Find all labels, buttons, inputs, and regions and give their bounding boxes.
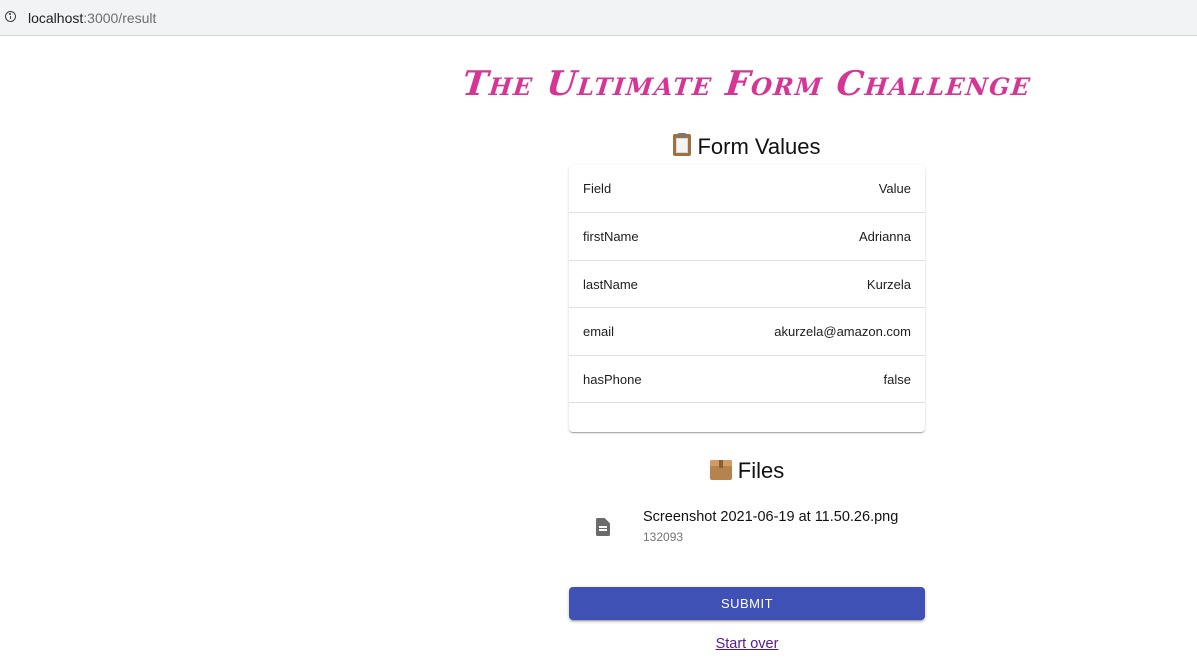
file-name: Screenshot 2021-06-19 at 11.50.26.png: [643, 509, 899, 525]
value-cell: false: [883, 371, 911, 387]
clipboard-icon: [673, 133, 692, 156]
value-cell: Kurzela: [866, 276, 911, 292]
field-cell: firstName: [583, 229, 639, 244]
column-header-value: Value: [878, 181, 911, 196]
table-row: firstName Adrianna: [569, 213, 925, 261]
url-text[interactable]: localhost:3000/result: [28, 10, 156, 26]
form-values-heading-text: Form Values: [697, 134, 821, 159]
file-list-item: Screenshot 2021-06-19 at 11.50.26.png 13…: [569, 500, 925, 552]
field-cell: lastName: [583, 276, 638, 292]
page-title: The Ultimate Form Challenge: [460, 64, 1034, 104]
form-values-table: Field Value firstName Adrianna lastName …: [569, 165, 925, 432]
table-row: hasPhone false: [569, 356, 925, 403]
package-icon: [709, 460, 732, 480]
file-icon: [596, 518, 610, 536]
form-values-heading: Form Values: [569, 133, 925, 160]
url-host: localhost: [28, 10, 84, 26]
table-row: lastName Kurzela: [569, 261, 925, 308]
url-path: :3000/result: [83, 10, 157, 26]
column-header-field: Field: [583, 181, 612, 196]
file-size: 132093: [643, 530, 684, 544]
submit-button[interactable]: SUBMIT: [569, 587, 925, 620]
files-heading: Files: [569, 458, 925, 484]
table-row: email akurzela@amazon.com: [569, 308, 925, 356]
browser-address-bar[interactable]: localhost:3000/result: [0, 0, 1197, 36]
value-cell: akurzela@amazon.com: [774, 324, 911, 339]
info-icon[interactable]: [5, 11, 16, 22]
field-cell: email: [583, 324, 615, 339]
start-over-link[interactable]: Start over: [569, 636, 925, 652]
table-header-row: Field Value: [569, 165, 925, 213]
value-cell: Adrianna: [858, 229, 911, 244]
field-cell: hasPhone: [583, 371, 642, 387]
files-heading-text: Files: [737, 458, 785, 483]
